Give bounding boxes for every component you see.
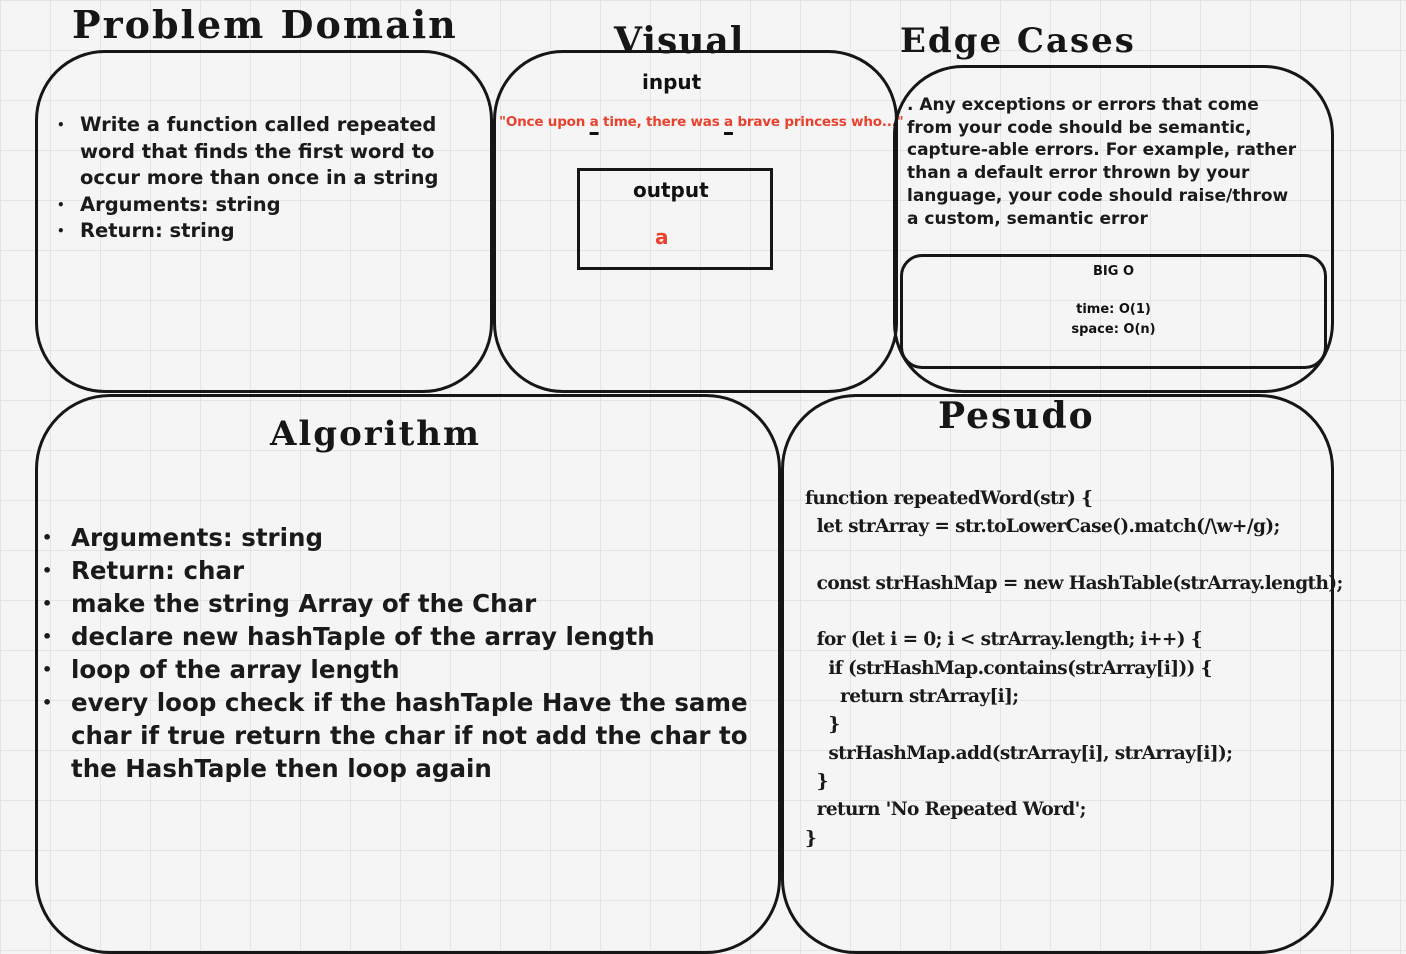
visual-title: Visual <box>614 20 745 62</box>
problem-domain-item: Arguments: string <box>57 192 490 219</box>
input-text-part: "Once upon <box>499 114 590 130</box>
problem-domain-item: Write a function called repeated word th… <box>57 112 490 192</box>
problem-domain-item: Return: string <box>57 218 490 245</box>
edge-cases-text: . Any exceptions or errors that come fro… <box>907 95 1297 229</box>
algorithm-step: every loop check if the hashTaple Have t… <box>42 686 776 785</box>
output-label: output <box>633 178 709 202</box>
big-o-time: time: O(1) <box>1076 302 1151 317</box>
algorithm-step: loop of the array length <box>42 653 776 686</box>
big-o-title: BIG O <box>1093 264 1134 279</box>
problem-domain-list: Write a function called repeated word th… <box>57 112 490 245</box>
input-text-part: brave princess who..." <box>732 114 904 130</box>
algorithm-step: declare new hashTaple of the array lengt… <box>42 620 776 653</box>
repeated-word-mark: a <box>589 114 599 130</box>
algorithm-step: Return: char <box>42 554 776 587</box>
input-label: input <box>642 70 702 94</box>
pseudo-code: function repeatedWord(str) { let strArra… <box>805 488 1343 849</box>
algorithm-step: Arguments: string <box>42 521 776 554</box>
input-text: "Once upon a time, there was a brave pri… <box>499 114 904 130</box>
pseudo-title: Pesudo <box>938 395 1095 437</box>
edge-cases-title: Edge Cases <box>900 21 1136 61</box>
algorithm-list: Arguments: stringReturn: charmake the st… <box>42 521 776 785</box>
algorithm-step: make the string Array of the Char <box>42 587 776 620</box>
output-value: a <box>655 225 669 249</box>
big-o-space: space: O(n) <box>1071 322 1156 337</box>
problem-domain-title: Problem Domain <box>72 2 458 47</box>
algorithm-title: Algorithm <box>270 414 481 454</box>
repeated-word-mark: a <box>724 114 733 130</box>
input-text-part: time, there was <box>598 114 725 130</box>
